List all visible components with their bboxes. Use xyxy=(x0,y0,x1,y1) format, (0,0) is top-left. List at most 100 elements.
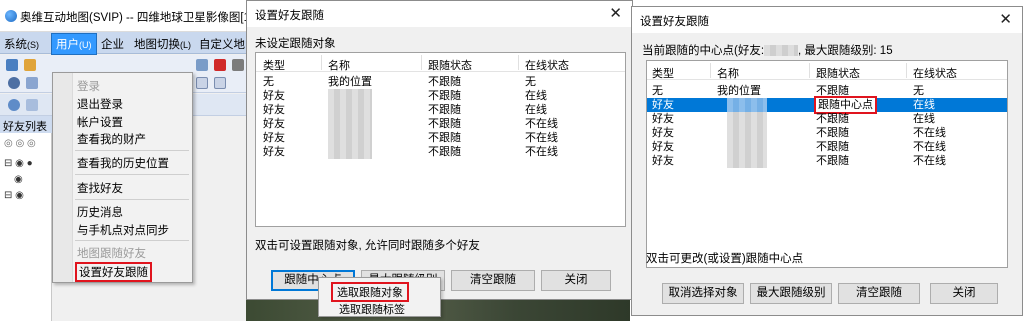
cell-follow: 不跟随 xyxy=(816,141,849,153)
cell-name: 我的位置 xyxy=(328,76,372,88)
cell-type: 好友 xyxy=(263,118,285,130)
app-titlebar: 奥维互动地图(SVIP) -- 四维地球卫星影像图[14] [罗 xyxy=(0,0,246,32)
tree-node[interactable]: ⊟ ◉ xyxy=(4,190,24,201)
cell-type: 好友 xyxy=(263,104,285,116)
table-row[interactable]: 无 我的位置 不跟随 无 xyxy=(256,75,625,89)
popup-item-select-target[interactable]: 选取跟随对象 xyxy=(331,282,409,302)
delete-icon[interactable] xyxy=(214,59,226,71)
cell-follow: 不跟随 xyxy=(428,132,461,144)
cell-type: 好友 xyxy=(263,90,285,102)
menu-item-logout[interactable]: 退出登录 xyxy=(77,96,123,112)
follow-status-text: 当前跟随的中心点(好友: , 最大跟随级别: 15 xyxy=(642,42,893,58)
menu-item-phone-sync[interactable]: 与手机点对点同步 xyxy=(77,222,169,238)
menu-separator xyxy=(75,150,189,151)
menu-item-my-assets[interactable]: 查看我的财产 xyxy=(77,131,146,147)
page-icon[interactable] xyxy=(26,99,38,111)
cancel-selection-button[interactable]: 取消选择对象 xyxy=(662,283,744,304)
shape-icon[interactable] xyxy=(196,77,208,89)
column-divider xyxy=(710,63,711,78)
cell-online: 在线 xyxy=(913,113,935,125)
menu-separator xyxy=(75,240,189,241)
clear-follow-button[interactable]: 清空跟随 xyxy=(838,283,920,304)
table-row[interactable]: 好友 不跟随 在线 xyxy=(256,89,625,103)
close-icon[interactable]: ✕ xyxy=(609,4,622,22)
friend-list-table[interactable]: 类型 名称 跟随状态 在线状态 无 我的位置 不跟随 无 好友 跟随中心点 在线… xyxy=(646,60,1008,268)
redo-icon[interactable] xyxy=(196,59,208,71)
table-row[interactable]: 好友 不跟随 不在线 xyxy=(647,140,1007,154)
follow-dialog-active: 设置好友跟随 ✕ 当前跟随的中心点(好友: , 最大跟随级别: 15 类型 名称 … xyxy=(631,6,1023,316)
menu-item-history-location[interactable]: 查看我的历史位置 xyxy=(77,155,169,171)
more-icon[interactable] xyxy=(232,59,244,71)
search-icon[interactable]: ◎ ◎ ◎ xyxy=(4,138,36,149)
max-follow-level-button[interactable]: 最大跟随级别 xyxy=(750,283,832,304)
follow-dialog-initial: 设置好友跟随 ✕ 未设定跟随对象 类型 名称 跟随状态 在线状态 无 我的位置 … xyxy=(246,0,633,300)
tag-icon[interactable] xyxy=(214,77,226,89)
cell-type: 好友 xyxy=(652,127,674,139)
cell-online: 不在线 xyxy=(913,155,946,167)
document-icon[interactable] xyxy=(26,77,38,89)
menu-item-account-settings[interactable]: 帐户设置 xyxy=(77,114,123,130)
column-divider xyxy=(421,55,422,70)
menu-item-map-follow-friend: 地图跟随好友 xyxy=(77,248,146,260)
cell-type: 好友 xyxy=(652,155,674,167)
close-icon[interactable]: ✕ xyxy=(999,10,1012,28)
cell-online: 不在线 xyxy=(913,141,946,153)
menu-item-history-messages[interactable]: 历史消息 xyxy=(77,204,123,220)
cell-type: 好友 xyxy=(652,99,674,111)
cell-follow: 不跟随 xyxy=(428,146,461,158)
dialog-hint: 双击可更改(或设置)跟随中心点 xyxy=(646,253,804,265)
column-divider xyxy=(518,55,519,70)
menu-item-set-friend-follow[interactable]: 设置好友跟随 xyxy=(75,262,152,282)
table-row[interactable]: 好友 不跟随 不在线 xyxy=(256,145,625,159)
popup-item-select-tag[interactable]: 选取跟随标签 xyxy=(339,301,405,317)
follow-status-suffix: , 最大跟随级别: 15 xyxy=(798,45,893,57)
follow-status-text: 未设定跟随对象 xyxy=(255,38,336,50)
table-row[interactable]: 好友 不跟随 在线 xyxy=(647,112,1007,126)
cell-follow: 不跟随 xyxy=(428,118,461,130)
user-dropdown-menu: 登录 退出登录 帐户设置 查看我的财产 查看我的历史位置 查找好友 历史消息 与… xyxy=(52,72,193,283)
cell-online: 无 xyxy=(525,76,536,88)
cell-online: 无 xyxy=(913,85,924,97)
menu-enterprise[interactable]: 企业 xyxy=(101,36,124,52)
table-row-selected[interactable]: 好友 跟随中心点 在线 xyxy=(647,96,1007,114)
column-divider xyxy=(906,63,907,78)
cell-follow: 不跟随 xyxy=(428,104,461,116)
app-logo-icon xyxy=(5,10,17,22)
settings-gear-icon[interactable] xyxy=(8,77,20,89)
clear-follow-button[interactable]: 清空跟随 xyxy=(451,270,535,291)
cell-follow: 不跟随 xyxy=(816,155,849,167)
cell-type: 好友 xyxy=(263,132,285,144)
cell-follow: 不跟随 xyxy=(428,90,461,102)
tree-node[interactable]: ◉ xyxy=(14,174,23,185)
dialog-title: 设置好友跟随 xyxy=(640,16,709,28)
close-button[interactable]: 关闭 xyxy=(930,283,998,304)
menu-icon-column xyxy=(53,73,73,282)
app-window: 奥维互动地图(SVIP) -- 四维地球卫星影像图[14] [罗 系统(S) 用… xyxy=(0,0,246,321)
cell-online: 不在线 xyxy=(525,132,558,144)
friend-list-title: 好友列表 xyxy=(0,116,52,133)
friend-list-table[interactable]: 类型 名称 跟随状态 在线状态 无 我的位置 不跟随 无 好友 不跟随 在线 好… xyxy=(255,52,626,227)
menu-custom[interactable]: 自定义地 xyxy=(199,36,245,52)
tree-node-root[interactable]: ⊟ ◉ ● xyxy=(4,158,33,169)
dialog-hint: 双击可设置跟随对象, 允许同时跟随多个好友 xyxy=(255,240,480,252)
table-row[interactable]: 好友 不跟随 不在线 xyxy=(256,131,625,145)
menu-system[interactable]: 系统(S) xyxy=(4,36,39,52)
menu-map-switch[interactable]: 地图切换(L) xyxy=(134,36,191,52)
menu-separator xyxy=(75,199,189,200)
cell-follow: 不跟随 xyxy=(816,113,849,125)
table-row[interactable]: 好友 不跟随 不在线 xyxy=(647,154,1007,168)
table-row[interactable]: 好友 不跟随 在线 xyxy=(256,103,625,117)
table-row[interactable]: 好友 不跟随 不在线 xyxy=(256,117,625,131)
cell-online: 不在线 xyxy=(913,127,946,139)
close-button[interactable]: 关闭 xyxy=(541,270,611,291)
open-folder-icon[interactable] xyxy=(24,59,36,71)
menu-user[interactable]: 用户(U) xyxy=(51,33,97,55)
redacted-friend-name-selected xyxy=(727,98,767,112)
menu-item-find-friend[interactable]: 查找好友 xyxy=(77,180,123,196)
cell-type: 无 xyxy=(652,85,663,97)
table-row[interactable]: 好友 不跟随 不在线 xyxy=(647,126,1007,140)
header-divider xyxy=(647,79,1007,80)
gear-icon[interactable] xyxy=(8,99,20,111)
column-divider xyxy=(809,63,810,78)
new-icon[interactable] xyxy=(6,59,18,71)
